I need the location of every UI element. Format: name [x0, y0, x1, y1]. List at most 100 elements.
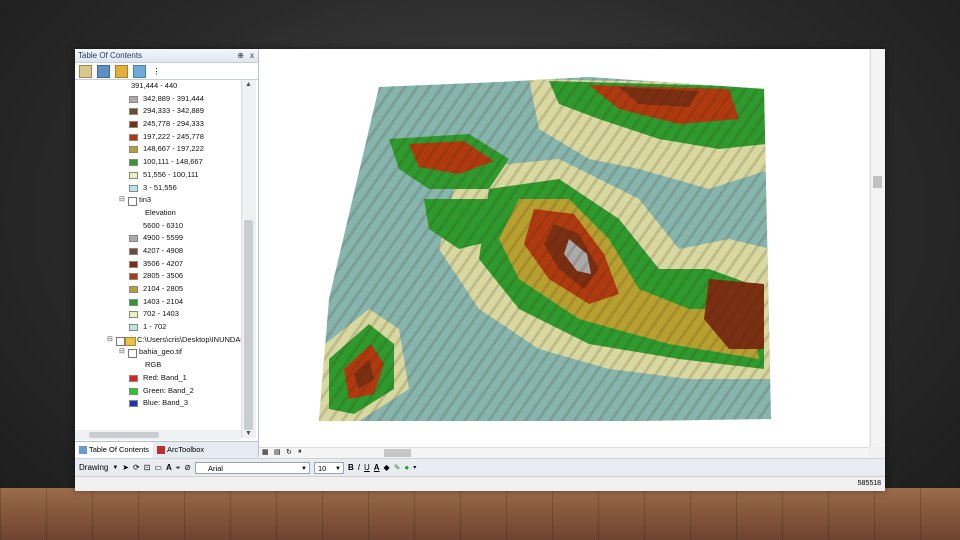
rotate-icon[interactable]: ⟳	[133, 463, 140, 472]
map-horizontal-scrollbar[interactable]: ▦ ▤ ↻ ⏸	[259, 447, 869, 458]
options-icon[interactable]: ⋮	[151, 66, 162, 77]
font-size-value: 10	[317, 463, 327, 473]
legend-swatch[interactable]	[129, 95, 138, 103]
toc-row[interactable]: Red: Band_1	[75, 372, 241, 385]
legend-swatch[interactable]	[129, 235, 138, 243]
list-by-selection-icon[interactable]	[133, 64, 146, 78]
list-by-source-icon[interactable]	[97, 64, 110, 78]
legend-swatch[interactable]	[129, 311, 138, 319]
marker-color-icon[interactable]: ●	[404, 463, 409, 472]
map-hscroll-thumb[interactable]	[384, 449, 411, 457]
new-text-icon[interactable]: A	[166, 463, 172, 472]
map-view[interactable]	[259, 49, 869, 447]
layer-visibility-checkbox[interactable]	[128, 197, 137, 207]
layer-visibility-checkbox[interactable]	[116, 336, 125, 346]
toc-row[interactable]: 1403 - 2104	[75, 296, 241, 309]
drawing-dropdown-icon[interactable]: ▼	[112, 465, 118, 471]
toc-row[interactable]: ⊟ C:\Users\cris\Desktop\INUNDAC	[75, 334, 241, 347]
toc-row[interactable]: Blue: Band_3	[75, 397, 241, 410]
toolbar-options-icon[interactable]: ▾	[413, 464, 416, 471]
pin-icon[interactable]: ⊕	[237, 49, 244, 62]
toc-row[interactable]: 1 - 702	[75, 321, 241, 334]
toc-row[interactable]: 391,444 - 440	[75, 80, 241, 93]
toc-row[interactable]: 245,778 - 294,333	[75, 118, 241, 131]
legend-swatch[interactable]	[129, 159, 138, 167]
line-color-icon[interactable]: ✎	[394, 463, 401, 472]
scroll-down-icon[interactable]: ▼	[245, 430, 252, 437]
toc-row[interactable]: 342,889 - 391,444	[75, 93, 241, 106]
toc-row[interactable]: RGB	[75, 359, 241, 372]
toc-row[interactable]: 3506 - 4207	[75, 258, 241, 271]
toc-scroll-thumb[interactable]	[244, 220, 253, 430]
toc-row[interactable]: 4207 - 4908	[75, 245, 241, 258]
legend-swatch[interactable]	[129, 324, 138, 332]
toc-row[interactable]: 197,222 - 245,778	[75, 131, 241, 144]
font-name-value: Arial	[207, 463, 223, 473]
legend-swatch[interactable]	[129, 133, 138, 141]
legend-swatch[interactable]	[129, 286, 138, 293]
map-vscroll-thumb[interactable]	[873, 176, 882, 188]
toc-row[interactable]: 294,333 - 342,889	[75, 105, 241, 118]
close-icon[interactable]: x	[250, 49, 254, 62]
font-color-button[interactable]: A	[374, 463, 380, 472]
toc-row[interactable]: 2805 - 3506	[75, 270, 241, 283]
list-by-drawing-order-icon[interactable]	[79, 64, 92, 78]
tab-arctoolbox[interactable]: ArcToolbox	[153, 442, 208, 458]
toc-vertical-scrollbar[interactable]: ▲ ▼	[241, 80, 256, 438]
select-elements-icon[interactable]: ➤	[122, 463, 129, 472]
zoom-to-selected-icon[interactable]: ⊡	[144, 463, 151, 472]
legend-swatch[interactable]	[129, 171, 138, 179]
scroll-up-icon[interactable]: ▲	[245, 81, 252, 88]
rectangle-tool-icon[interactable]: ▭	[154, 463, 162, 472]
layout-view-icon[interactable]: ▤	[274, 448, 281, 456]
legend-swatch[interactable]	[129, 121, 138, 129]
legend-swatch[interactable]	[129, 247, 138, 255]
layer-visibility-checkbox[interactable]	[128, 349, 137, 359]
collapse-icon[interactable]: ⊟	[119, 194, 125, 207]
toc-row[interactable]: Green: Band_2	[75, 385, 241, 398]
legend-swatch[interactable]	[129, 260, 138, 268]
toc-row[interactable]: 148,667 - 197,222	[75, 143, 241, 156]
underline-button[interactable]: U	[364, 463, 370, 472]
data-view-icon[interactable]: ▦	[262, 448, 269, 456]
toc-row[interactable]: ⊟ bahia_geo.tif	[75, 346, 241, 359]
list-by-visibility-icon[interactable]	[115, 64, 128, 78]
font-name-select[interactable]: Arial ▼	[194, 461, 310, 474]
toc-hscroll-thumb[interactable]	[89, 432, 159, 438]
toc-row[interactable]: 100,111 - 148,667	[75, 156, 241, 169]
toc-row[interactable]: 702 - 1403	[75, 308, 241, 321]
tab-toolbox-label: ArcToolbox	[167, 445, 205, 454]
legend-swatch[interactable]	[129, 146, 138, 154]
collapse-icon[interactable]: ⊟	[107, 334, 113, 347]
elevation-map	[319, 77, 771, 421]
toc-row[interactable]: Elevation	[75, 207, 241, 220]
toc-row-label: 1 - 702	[143, 322, 167, 332]
map-vertical-scrollbar[interactable]	[870, 49, 884, 447]
toc-row-label: 2104 - 2805	[143, 284, 184, 293]
fill-color-icon[interactable]: ◆	[384, 463, 390, 472]
legend-swatch[interactable]	[129, 184, 138, 192]
bold-button[interactable]: B	[348, 463, 354, 472]
toc-row-label: 148,667 - 197,222	[143, 144, 204, 154]
edit-vertices-icon[interactable]: ⌖	[176, 463, 181, 473]
pause-icon[interactable]: ⏸	[298, 448, 302, 456]
legend-swatch[interactable]	[129, 298, 138, 306]
toc-row[interactable]: ⊟ tin3	[75, 194, 241, 207]
toc-row[interactable]: 3 - 51,556	[75, 182, 241, 195]
legend-swatch[interactable]	[129, 387, 138, 395]
toc-row[interactable]: 2104 - 2805	[75, 283, 241, 296]
legend-swatch[interactable]	[129, 400, 138, 408]
legend-swatch[interactable]	[129, 108, 138, 116]
toc-row[interactable]: 5600 - 6310	[75, 220, 241, 233]
toc-row[interactable]: 51,556 - 100,111	[75, 169, 241, 182]
legend-swatch[interactable]	[129, 273, 138, 281]
toc-horizontal-scrollbar[interactable]	[75, 430, 241, 440]
refresh-icon[interactable]: ↻	[286, 448, 292, 456]
collapse-icon[interactable]: ⊟	[119, 346, 125, 359]
drawing-menu[interactable]: Drawing	[79, 463, 108, 472]
toc-row[interactable]: 4900 - 5599	[75, 232, 241, 245]
italic-button[interactable]: I	[358, 463, 360, 472]
legend-swatch[interactable]	[129, 374, 138, 382]
tab-table-of-contents[interactable]: Table Of Contents	[75, 442, 154, 458]
font-size-select[interactable]: 10 ▼	[313, 461, 344, 474]
